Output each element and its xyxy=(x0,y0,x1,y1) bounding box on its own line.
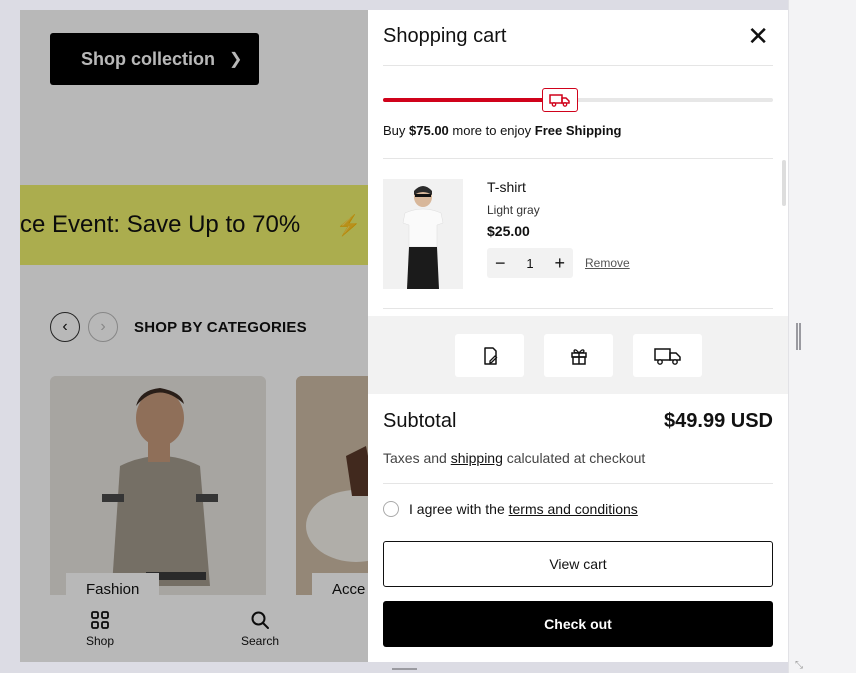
subtotal-value: $49.99 USD xyxy=(664,410,773,432)
quantity-stepper: − 1 + xyxy=(487,248,573,278)
checkout-button[interactable]: Check out xyxy=(383,601,773,647)
resize-handle[interactable] xyxy=(796,323,801,350)
window-side-panel: ⤡ xyxy=(788,0,856,673)
gift-icon xyxy=(570,348,587,365)
cart-line-item: T-shirt Light gray $25.00 − 1 + Remove xyxy=(383,179,773,309)
tax-prefix: Taxes and xyxy=(383,450,451,466)
truck-icon xyxy=(653,347,681,365)
terms-agreement: I agree with the terms and conditions xyxy=(383,501,638,517)
free-shipping-message: Buy $75.00 more to enjoy Free Shipping xyxy=(383,123,621,138)
quantity-value[interactable]: 1 xyxy=(526,256,533,271)
shipping-progress-bar xyxy=(383,98,773,102)
product-thumbnail[interactable] xyxy=(383,179,463,289)
decrease-button[interactable]: − xyxy=(495,253,506,274)
shipping-estimate-button[interactable] xyxy=(633,334,702,377)
truck-badge xyxy=(542,88,578,112)
cart-drawer: Shopping cart ✕ Buy $75.00 more to enjoy… xyxy=(368,10,788,662)
order-note-button[interactable] xyxy=(455,334,524,377)
divider xyxy=(383,158,773,159)
cart-header: Shopping cart ✕ xyxy=(383,23,773,66)
shipping-msg-prefix: Buy xyxy=(383,123,410,138)
increase-button[interactable]: + xyxy=(554,253,565,274)
truck-icon xyxy=(549,94,570,107)
product-name[interactable]: T-shirt xyxy=(487,179,526,195)
subtotal-row: Subtotal $49.99 USD xyxy=(383,410,773,433)
cart-tools xyxy=(368,316,788,394)
cart-scrollbar[interactable] xyxy=(782,160,786,206)
terms-checkbox[interactable] xyxy=(383,501,399,517)
close-icon[interactable]: ✕ xyxy=(747,23,769,49)
shipping-progress-fill xyxy=(383,98,559,102)
product-variant: Light gray xyxy=(487,203,540,217)
terms-prefix: I agree with the xyxy=(409,501,509,517)
remove-link[interactable]: Remove xyxy=(585,256,630,270)
browser-viewport: Shop collection ❯ ce Event: Save Up to 7… xyxy=(20,10,788,662)
tshirt-model-image xyxy=(383,179,463,289)
shipping-link[interactable]: shipping xyxy=(451,450,503,466)
cart-title: Shopping cart xyxy=(383,25,507,47)
shipping-amount: $75.00 xyxy=(409,123,449,138)
view-cart-button[interactable]: View cart xyxy=(383,541,773,587)
free-shipping-label: Free Shipping xyxy=(534,123,622,138)
terms-link[interactable]: terms and conditions xyxy=(509,501,638,517)
gift-wrap-button[interactable] xyxy=(544,334,613,377)
shipping-msg-mid: more to enjoy xyxy=(448,123,535,138)
subtotal-label: Subtotal xyxy=(383,410,457,432)
divider xyxy=(383,483,773,484)
terms-text: I agree with the terms and conditions xyxy=(409,501,638,517)
tax-suffix: calculated at checkout xyxy=(502,450,646,466)
bottom-resize-handle[interactable] xyxy=(392,668,417,673)
resize-corner-icon[interactable]: ⤡ xyxy=(795,660,803,671)
product-price: $25.00 xyxy=(487,223,530,239)
note-icon xyxy=(483,346,497,365)
tax-note: Taxes and shipping calculated at checkou… xyxy=(383,450,645,466)
